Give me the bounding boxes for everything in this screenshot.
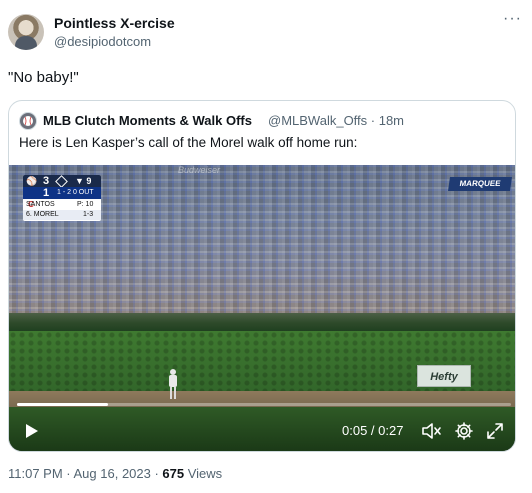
scoreboard-away-row: ⚾ 3 ▼ 9: [23, 175, 101, 188]
author-avatar[interactable]: [8, 14, 44, 50]
quoted-header: MLB Clutch Moments & Walk Offs @MLBWalk_…: [19, 112, 505, 130]
batter-label: 6. MOREL: [26, 211, 59, 218]
pitcher-row: SANTOS P: 10: [23, 200, 101, 210]
video-player[interactable]: Budweiser MARQUEE Hefty ⚾ 3 ▼ 9 C 1 1 - …: [9, 165, 515, 451]
tweet-timestamp[interactable]: 11:07 PM · Aug 16, 2023 ·: [8, 466, 162, 481]
author-name[interactable]: Pointless X-ercise: [54, 15, 175, 31]
home-score: 1: [43, 187, 50, 199]
author-handle[interactable]: @desipiodotcom: [54, 34, 151, 49]
top-sign: Budweiser: [177, 165, 221, 175]
away-logo-icon: ⚾: [26, 176, 38, 186]
quoted-avatar[interactable]: [19, 112, 37, 130]
tweet-header: Pointless X-ercise @desipiodotcom ···: [8, 11, 522, 52]
views-count: 675: [162, 466, 185, 481]
views-label: Views: [184, 466, 223, 481]
mute-icon[interactable]: [421, 421, 443, 441]
scoreboard-home-row: C 1 1 - 2 0 OUT: [23, 187, 101, 210]
pitch-count: P: 10: [77, 201, 94, 208]
ball-strike-count: 1 - 2 0 OUT: [57, 189, 94, 196]
away-score: 3: [43, 175, 50, 187]
play-icon[interactable]: [21, 421, 41, 441]
quoted-author-name[interactable]: MLB Clutch Moments & Walk Offs: [43, 113, 252, 128]
batter-row: 6. MOREL 1-3: [23, 210, 101, 220]
tweet-text: "No baby!": [8, 69, 79, 86]
video-progress-bar[interactable]: [17, 403, 511, 406]
bases-diamond-icon: [55, 175, 68, 188]
outfielder: [168, 369, 178, 399]
wall-ad: Hefty: [417, 365, 471, 387]
gear-icon[interactable]: [454, 421, 474, 441]
more-horizontal-icon[interactable]: ···: [503, 11, 522, 27]
quoted-author-handle[interactable]: @MLBWalk_Offs · 18m: [268, 113, 404, 128]
scoreboard: ⚾ 3 ▼ 9 C 1 1 - 2 0 OUT SANTOS P: 10 6. …: [23, 175, 101, 221]
marquee-sign: MARQUEE: [448, 177, 512, 191]
video-progress-fill: [17, 403, 109, 406]
video-time: 0:05 / 0:27: [342, 423, 404, 438]
inning: ▼ 9: [75, 176, 92, 186]
batter-line: 1-3: [83, 211, 94, 218]
quoted-text: Here is Len Kasper’s call of the Morel w…: [19, 135, 358, 150]
pitcher-label: SANTOS: [26, 201, 55, 208]
expand-icon[interactable]: [485, 421, 505, 441]
quoted-tweet[interactable]: MLB Clutch Moments & Walk Offs @MLBWalk_…: [8, 100, 516, 452]
baseball-icon: [23, 116, 33, 126]
video-controls: 0:05 / 0:27: [9, 417, 515, 447]
tweet-meta: 11:07 PM · Aug 16, 2023 · 675 Views: [8, 466, 222, 481]
railing: [9, 313, 515, 331]
